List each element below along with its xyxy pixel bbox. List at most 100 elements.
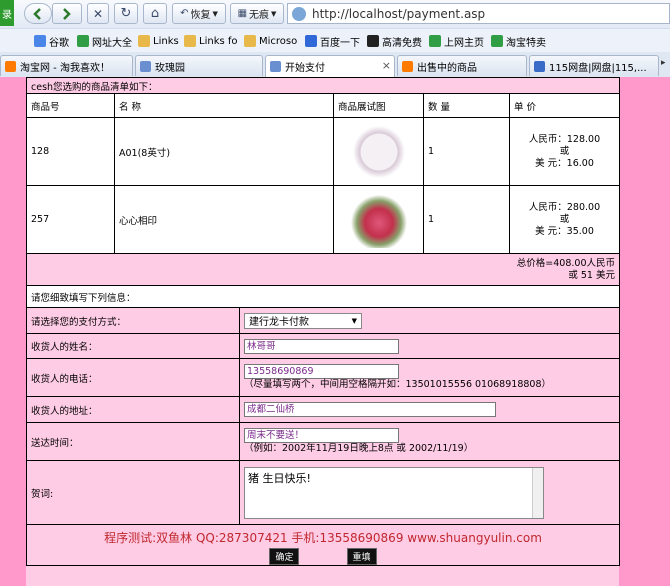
name-input[interactable]: 林哥哥 [244,338,399,354]
tab-label: 115网盘|网盘|115,... [549,62,647,74]
favorite-item[interactable]: 上网主页 [429,33,484,49]
address-bar[interactable]: http://localhost/payment.asp [287,3,670,24]
close-tab-icon[interactable]: × [382,59,391,72]
address-label: 收货人的地址： [26,396,240,423]
product-qty: 1 [423,117,510,186]
tab-label: 淘宝网 - 淘我喜欢！ [20,62,110,74]
chevron-down-icon: ▼ [271,9,277,18]
heart-flower-image [348,191,409,248]
incognito-label: 无痕 [249,10,270,21]
tab-payment[interactable]: 开始支付 × [265,55,395,77]
column-header: 单 价 [509,93,620,118]
tab-scroll-arrow[interactable]: ▸ [661,58,666,68]
column-header: 名 称 [114,93,334,118]
table-row: 128 A01(8英寸) 1 人民币：128.00 或 美 元：16.00 [26,117,620,186]
shipping-form: 请您细致填写下列信息： 请选择您的支付方式： 建行龙卡付款 ▼ 收货人的姓名： 林… [25,285,621,566]
pay-method-select[interactable]: 建行龙卡付款 ▼ [244,312,362,329]
favorite-item[interactable]: Links [138,33,179,49]
product-price: 人民币：280.00 或 美 元：35.00 [509,185,620,254]
back-button[interactable] [24,3,52,24]
stop-button[interactable]: ✕ [87,3,109,24]
left-margin [0,77,26,586]
refresh-button[interactable]: ↻ [114,3,138,24]
favorite-item[interactable]: 淘宝特卖 [491,33,546,49]
textarea-scrollbar[interactable] [532,467,543,518]
tab-taobao[interactable]: 淘宝网 - 淘我喜欢！ [0,55,133,76]
favorite-item[interactable]: 网址大全 [77,33,132,49]
payment-panel: cesh您选购的商品清单如下： 商品号 名 称 商品展试图 数 量 单 价 12… [25,77,621,586]
tab-label: 出售中的商品 [417,62,477,74]
price-usd: 美 元：16.00 [535,157,594,169]
form-title: 请您细致填写下列信息： [25,285,621,308]
google-icon [34,35,46,47]
incognito-button[interactable]: ▦ 无痕 ▼ [230,3,284,24]
page-icon [140,60,151,72]
folder-icon [184,35,196,47]
column-header: 商品号 [26,93,115,118]
total-usd: 或 51 美元 [568,269,615,281]
favorite-item[interactable]: 高清免费 [367,33,422,49]
delivery-time-input[interactable]: 周末不要送！ [244,428,399,443]
right-margin [619,77,670,586]
favorite-label: Links [153,35,179,47]
reset-button[interactable]: 重填 [346,548,377,565]
address-input[interactable]: 成都二仙桥 [244,402,496,417]
favorite-label: 上网主页 [444,37,484,49]
address-url: http://localhost/payment.asp [312,6,486,21]
tab-115-pan[interactable]: 115网盘|网盘|115,... [529,55,659,76]
forward-arrow-icon [63,7,71,20]
total-rmb: 总价格=408.00人民币 [516,257,615,269]
home-button[interactable]: ⌂ [143,3,167,24]
cloud-drive-icon [534,60,545,72]
forward-button[interactable] [52,3,82,24]
tab-rose-garden[interactable]: 玫瑰园 [135,55,263,76]
favorite-label: Links fo [199,35,238,47]
form-footer: 程序测试:双鱼林 QQ:287307421 手机:13558690869 www… [25,524,621,566]
page-content: cesh您选购的商品清单如下： 商品号 名 称 商品展试图 数 量 单 价 12… [0,77,670,586]
greeting-label: 贺词: [26,460,240,525]
submit-button[interactable]: 确定 [269,548,300,565]
delivery-time-label: 送达时间： [26,422,240,461]
pay-method-label: 请选择您的支付方式： [26,307,240,334]
greeting-text: 猪 生日快乐! [248,471,311,485]
favorite-label: 高清免费 [382,37,422,49]
restore-button[interactable]: ↶ 恢复 ▼ [172,3,226,24]
stop-icon: ✕ [92,6,104,21]
favorite-item[interactable]: Links fo [184,33,238,49]
tab-products[interactable]: 出售中的商品 [397,55,527,76]
order-intro: cesh您选购的商品清单如下： [26,77,620,94]
favorite-item[interactable]: Microso [244,33,297,49]
favorite-item[interactable]: 谷歌 [34,33,69,49]
product-price: 人民币：128.00 或 美 元：16.00 [509,117,620,186]
favorite-label: Microso [259,35,298,47]
delivery-time-hint: （例如：2002年11月19日晚上8点 或 2002/11/19） [244,443,474,454]
name-label: 收货人的姓名： [26,333,240,359]
refresh-icon: ↻ [120,6,132,21]
favorite-label: 百度一下 [320,37,360,49]
sidebar-toggle[interactable]: 录 [0,0,14,26]
page-icon [270,61,281,72]
author-credit: 程序测试:双鱼林 QQ:287307421 手机:13558690869 www… [104,531,542,545]
product-id: 257 [26,185,115,254]
price-usd: 美 元：35.00 [535,225,594,237]
column-header: 数 量 [423,93,510,118]
tab-bar: 淘宝网 - 淘我喜欢！ 玫瑰园 开始支付 × 出售中的商品 115网盘|网盘|11… [0,52,670,77]
phone-hint: （尽量填写两个，中间用空格隔开如：13501015556 01068918808… [244,379,551,390]
favorites-bar: 谷歌 网址大全 Links Links fo Microso 百度一下 高清免费… [0,28,670,52]
cake-image [348,123,409,180]
favorite-item[interactable]: 百度一下 [305,33,360,49]
phone-input[interactable]: 13558690869 [244,364,399,379]
greeting-textarea[interactable]: 猪 生日快乐! [244,466,544,519]
pay-method-value: 建行龙卡付款 [249,317,309,328]
home-icon: ⌂ [150,6,160,21]
tab-label: 玫瑰园 [155,62,185,74]
column-header: 商品展试图 [333,93,424,118]
back-arrow-icon [33,7,41,20]
phone-label: 收货人的电话： [26,358,240,397]
folder-icon [244,35,256,47]
sidebar-toggle-label: 录 [2,9,12,21]
baidu-icon [305,35,317,47]
restore-label: 恢复 [190,10,211,21]
folder-icon [138,35,150,47]
price-rmb: 人民币：280.00 [528,201,601,213]
